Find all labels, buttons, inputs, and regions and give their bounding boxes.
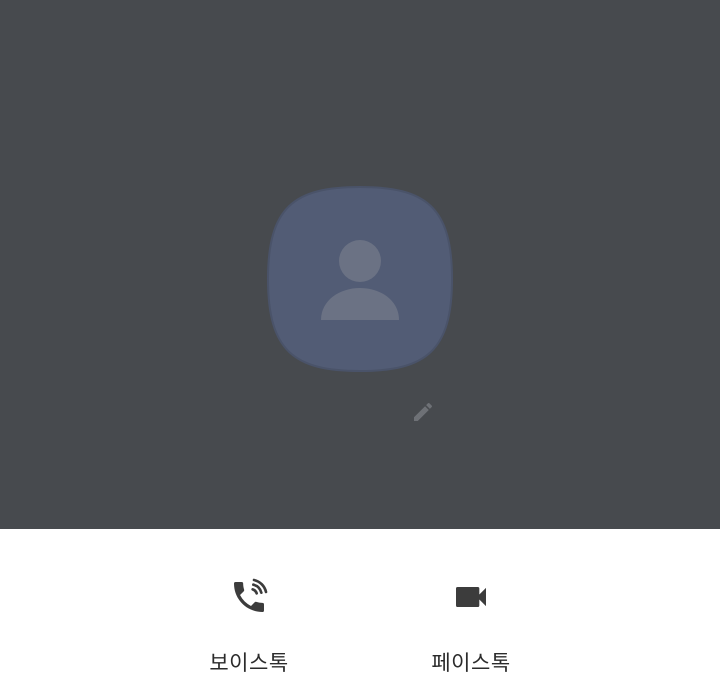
person-icon (266, 185, 454, 373)
video-camera-icon (451, 577, 491, 617)
profile-actions: 보이스톡 페이스톡 (0, 529, 720, 693)
voice-talk-label: 보이스톡 (209, 651, 289, 675)
face-talk-button[interactable]: 페이스톡 (401, 529, 541, 693)
pencil-icon[interactable] (411, 400, 435, 424)
profile-header (0, 0, 720, 529)
face-talk-label: 페이스톡 (431, 651, 511, 675)
profile-avatar[interactable] (266, 185, 454, 373)
phone-call-icon (229, 577, 269, 617)
voice-talk-button[interactable]: 보이스톡 (179, 529, 319, 693)
